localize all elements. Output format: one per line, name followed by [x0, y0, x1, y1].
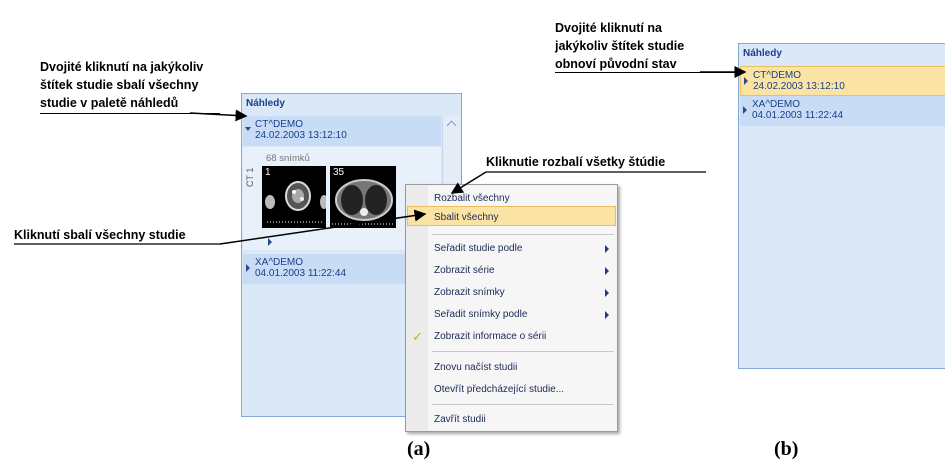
thumbnails-panel-b: Náhledy CT^DEMO 24.02.2003 13:12:10 XA^DE… [738, 43, 945, 369]
study-datetime: 24.02.2003 13:12:10 [753, 81, 845, 92]
study-name: CT^DEMO [753, 70, 802, 81]
collapsed-arrow-icon[interactable] [743, 106, 747, 114]
menu-item-open-previous[interactable]: Otevřít předcházející studie... [434, 384, 564, 395]
series-modality: CT 1 [245, 167, 255, 187]
menu-item-collapse-all[interactable]: Sbalit všechny [434, 212, 498, 223]
menu-item-close-study[interactable]: Zavřít studii [434, 414, 486, 425]
figure-label-a: (a) [407, 438, 431, 460]
collapsed-arrow-icon[interactable] [744, 77, 748, 85]
submenu-arrow-icon [605, 245, 609, 253]
callout-click-collapse: Kliknutí sbalí všechny studie [14, 228, 186, 242]
context-menu: Rozbalit všechny Sbalit všechny Seřadit … [405, 184, 618, 432]
study-label-xa[interactable]: XA^DEMO 04.01.2003 11:22:44 [740, 96, 945, 126]
callout-underline [40, 113, 220, 114]
image-count: 68 snímků [266, 153, 310, 164]
callout-restore-double-click: Dvojité kliknutí na jakýkoliv štítek stu… [555, 21, 685, 71]
study-name: CT^DEMO [255, 119, 304, 130]
submenu-arrow-icon [605, 289, 609, 297]
check-icon: ✓ [412, 329, 423, 344]
study-datetime: 24.02.2003 13:12:10 [255, 130, 347, 141]
menu-separator [432, 351, 614, 352]
callout-click-expand: Kliknutie rozbalí všetky štúdie [486, 155, 666, 169]
study-name: XA^DEMO [752, 99, 801, 110]
menu-item-reload-study[interactable]: Znovu načíst studii [434, 362, 517, 373]
menu-item-sort-images[interactable]: Seřadit snímky podle [434, 309, 527, 320]
menu-item-show-images[interactable]: Zobrazit snímky [434, 287, 505, 298]
study-label-ct[interactable]: CT^DEMO 24.02.2003 13:12:10 [243, 116, 441, 146]
panel-title: Náhledy [743, 48, 782, 59]
panel-title: Náhledy [246, 98, 285, 109]
submenu-arrow-icon [605, 267, 609, 275]
menu-item-sort-studies[interactable]: Seřadit studie podle [434, 243, 522, 254]
menu-item-show-series[interactable]: Zobrazit série [434, 265, 495, 276]
thumbnail-chest-ct[interactable]: 35 [330, 166, 396, 228]
study-label-ct[interactable]: CT^DEMO 24.02.2003 13:12:10 [740, 66, 945, 96]
callout-underline [555, 72, 740, 73]
thumbnail-head-ct[interactable]: 1 [262, 166, 326, 228]
callout-collapse-double-click: Dvojité kliknutí na jakýkoliv štítek stu… [40, 60, 204, 110]
figure-label-b: (b) [774, 438, 799, 460]
study-datetime: 04.01.2003 11:22:44 [752, 110, 844, 121]
study-name: XA^DEMO [255, 257, 304, 268]
menu-item-show-series-info[interactable]: Zobrazit informace o sérii [434, 331, 546, 342]
scroll-up-icon[interactable] [446, 120, 457, 131]
study-datetime: 04.01.2003 11:22:44 [255, 268, 347, 279]
menu-item-expand-all[interactable]: Rozbalit všechny [434, 193, 510, 204]
collapsed-arrow-icon[interactable] [246, 264, 250, 272]
menu-separator [432, 404, 614, 405]
menu-separator [432, 234, 614, 235]
submenu-arrow-icon [605, 311, 609, 319]
series-expand-icon[interactable] [268, 238, 272, 246]
expanded-arrow-icon[interactable] [245, 127, 251, 131]
